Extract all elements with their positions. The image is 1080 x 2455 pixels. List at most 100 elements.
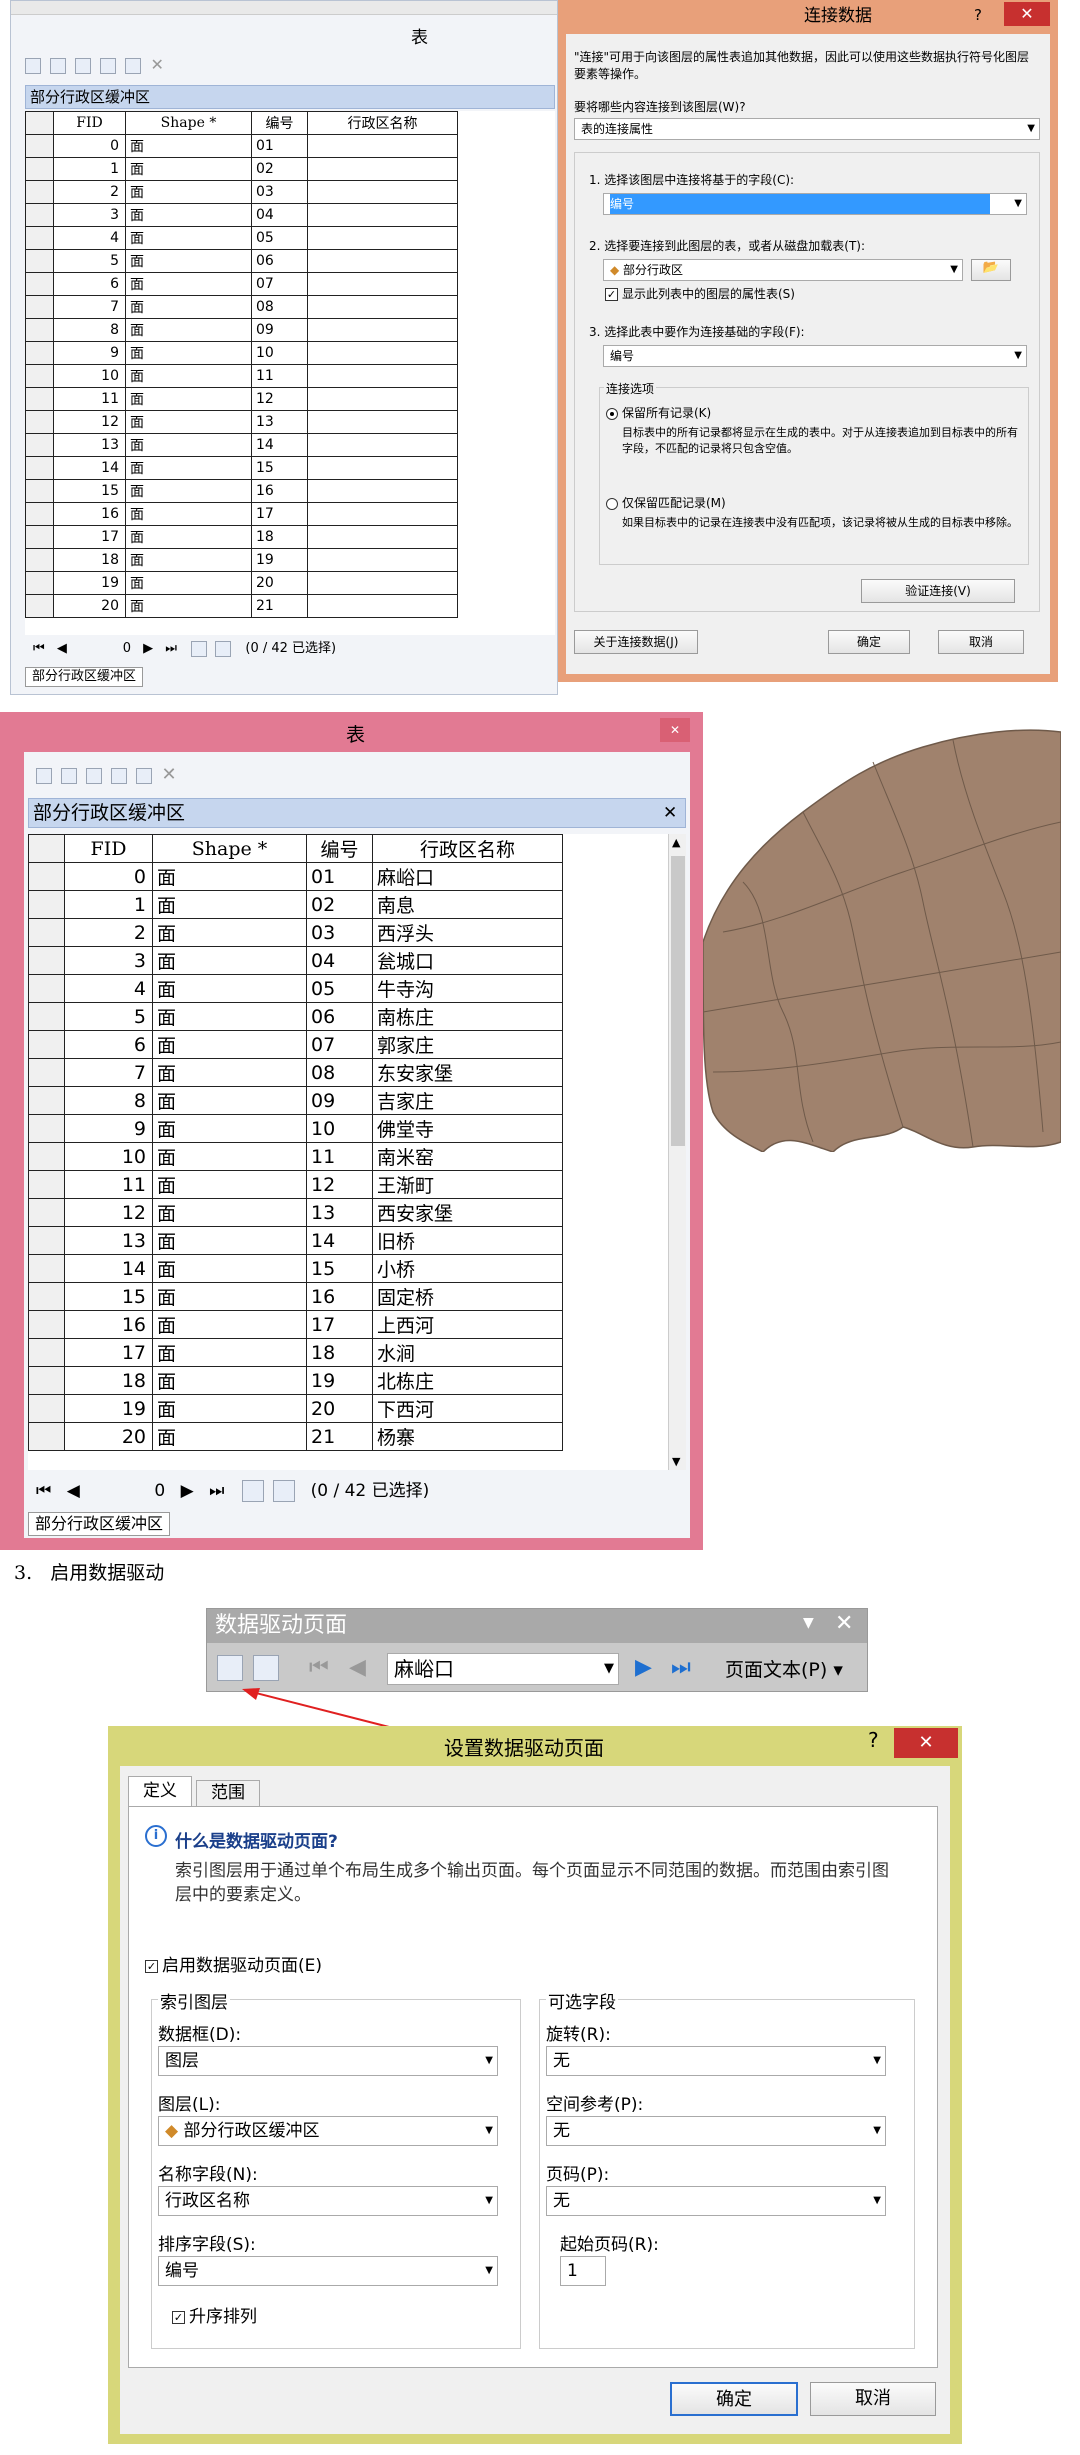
- table-row[interactable]: 11 面 12: [25, 387, 458, 411]
- table-options-icon[interactable]: [36, 767, 52, 784]
- table-row[interactable]: 19 面 20 下西河: [28, 1394, 563, 1423]
- show-all-icon[interactable]: [191, 640, 208, 657]
- help-icon[interactable]: ?: [868, 1728, 879, 1752]
- select-by-attr-icon[interactable]: [86, 767, 103, 784]
- table-row[interactable]: 14 面 15: [25, 456, 458, 480]
- table2-scrollbar[interactable]: ▲ ▼: [668, 834, 686, 1470]
- row-selector[interactable]: [28, 862, 65, 891]
- col-shape[interactable]: Shape *: [152, 834, 307, 863]
- switch-selection-icon[interactable]: [111, 767, 128, 784]
- table-row[interactable]: 15 面 16: [25, 479, 458, 503]
- row-selector[interactable]: [25, 226, 54, 250]
- help-icon[interactable]: ?: [974, 6, 982, 24]
- table-row[interactable]: 17 面 18: [25, 525, 458, 549]
- show-selected-icon[interactable]: [215, 640, 232, 657]
- select-by-attr-icon[interactable]: [75, 57, 92, 74]
- step2-select[interactable]: ◆ 部分行政区 ▼: [603, 259, 963, 281]
- table-row[interactable]: 19 面 20: [25, 571, 458, 595]
- about-join-button[interactable]: 关于连接数据(J): [574, 630, 698, 654]
- table-options-icon[interactable]: [25, 57, 41, 74]
- row-selector[interactable]: [28, 974, 65, 1003]
- name-field-select[interactable]: 行政区名称 ▼: [158, 2186, 498, 2216]
- close-icon[interactable]: ✕: [660, 718, 690, 742]
- refresh-ddp-icon[interactable]: [253, 1655, 279, 1681]
- step1-select[interactable]: 编号 ▼: [603, 193, 1027, 215]
- first-record-icon[interactable]: ⏮: [36, 1481, 51, 1501]
- table-row[interactable]: 13 面 14: [25, 433, 458, 457]
- row-selector[interactable]: [25, 571, 54, 595]
- table-row[interactable]: 6 面 07: [25, 272, 458, 296]
- table-row[interactable]: 9 面 10 佛堂寺: [28, 1114, 563, 1143]
- row-selector[interactable]: [25, 364, 54, 388]
- table-row[interactable]: 8 面 09 吉家庄: [28, 1086, 563, 1115]
- keep-match-radio[interactable]: 仅保留匹配记录(M): [606, 494, 726, 511]
- row-selector[interactable]: [28, 1338, 65, 1367]
- close-icon[interactable]: ✕: [835, 1611, 853, 1636]
- prev-record-icon[interactable]: ◀: [57, 641, 67, 656]
- table-row[interactable]: 12 面 13 西安家堡: [28, 1198, 563, 1227]
- next-record-icon[interactable]: ▶: [181, 1481, 194, 1501]
- next-record-icon[interactable]: ▶: [143, 641, 153, 656]
- table-row[interactable]: 9 面 10: [25, 341, 458, 365]
- close-icon[interactable]: ✕: [1004, 2, 1050, 26]
- col-fid[interactable]: FID: [64, 834, 153, 863]
- row-selector[interactable]: [28, 1254, 65, 1283]
- table-row[interactable]: 6 面 07 郭家庄: [28, 1030, 563, 1059]
- row-selector[interactable]: [28, 1142, 65, 1171]
- table-row[interactable]: 1 面 02: [25, 157, 458, 181]
- row-selector[interactable]: [25, 341, 54, 365]
- record-number[interactable]: 0: [85, 1476, 165, 1506]
- enable-ddp-checkbox[interactable]: ✓ 启用数据驱动页面(E): [145, 1951, 322, 1976]
- table-row[interactable]: 14 面 15 小桥: [28, 1254, 563, 1283]
- row-selector[interactable]: [28, 1086, 65, 1115]
- switch-selection-icon[interactable]: [100, 57, 117, 74]
- frame-select[interactable]: 图层 ▼: [158, 2046, 498, 2076]
- scroll-up-icon[interactable]: ▲: [672, 836, 680, 849]
- related-tables-icon[interactable]: [50, 57, 67, 74]
- cancel-button[interactable]: 取消: [810, 2382, 936, 2416]
- table2-tab[interactable]: 部分行政区缓冲区: [28, 1512, 171, 1536]
- table-row[interactable]: 7 面 08: [25, 295, 458, 319]
- row-selector[interactable]: [25, 318, 54, 342]
- table-row[interactable]: 17 面 18 水涧: [28, 1338, 563, 1367]
- table-row[interactable]: 20 面 21 杨寨: [28, 1422, 563, 1451]
- table-row[interactable]: 4 面 05 牛寺沟: [28, 974, 563, 1003]
- ok-button[interactable]: 确定: [670, 2382, 798, 2416]
- show-selected-icon[interactable]: [273, 1480, 296, 1502]
- start-page-input[interactable]: 1: [560, 2256, 606, 2286]
- row-selector[interactable]: [25, 456, 54, 480]
- row-selector[interactable]: [25, 387, 54, 411]
- keep-all-radio[interactable]: 保留所有记录(K): [606, 404, 711, 421]
- row-selector[interactable]: [28, 1058, 65, 1087]
- table-row[interactable]: 2 面 03 西浮头: [28, 918, 563, 947]
- first-page-icon[interactable]: ⏮: [309, 1655, 329, 1680]
- prev-record-icon[interactable]: ◀: [67, 1481, 80, 1501]
- row-selector[interactable]: [28, 1422, 65, 1451]
- row-selector[interactable]: [25, 502, 54, 526]
- table1-tab[interactable]: 部分行政区缓冲区: [25, 667, 144, 687]
- layer-select[interactable]: ◆ 部分行政区缓冲区 ▼: [158, 2116, 498, 2146]
- row-selector[interactable]: [28, 1366, 65, 1395]
- show-all-icon[interactable]: [241, 1480, 264, 1502]
- table-row[interactable]: 12 面 13: [25, 410, 458, 434]
- table-row[interactable]: 2 面 03: [25, 180, 458, 204]
- sort-field-select[interactable]: 编号 ▼: [158, 2256, 498, 2286]
- table-row[interactable]: 7 面 08 东安家堡: [28, 1058, 563, 1087]
- prev-page-icon[interactable]: ◀: [349, 1655, 366, 1680]
- row-selector[interactable]: [25, 203, 54, 227]
- row-selector[interactable]: [28, 918, 65, 947]
- ok-button[interactable]: 确定: [828, 630, 910, 654]
- validate-button[interactable]: 验证连接(V): [861, 579, 1015, 603]
- row-selector[interactable]: [25, 548, 54, 572]
- row-selector[interactable]: [25, 157, 54, 181]
- table-row[interactable]: 16 面 17 上西河: [28, 1310, 563, 1339]
- table-row[interactable]: 18 面 19 北栋庄: [28, 1366, 563, 1395]
- clear-selection-icon[interactable]: [136, 767, 153, 784]
- last-record-icon[interactable]: ⏭: [209, 1481, 224, 1501]
- table-row[interactable]: 16 面 17: [25, 502, 458, 526]
- col-shape[interactable]: Shape *: [125, 111, 252, 135]
- row-selector[interactable]: [28, 1394, 65, 1423]
- map-canvas[interactable]: [703, 712, 1061, 1152]
- next-page-icon[interactable]: ▶: [635, 1655, 652, 1680]
- last-page-icon[interactable]: ⏭: [671, 1655, 691, 1680]
